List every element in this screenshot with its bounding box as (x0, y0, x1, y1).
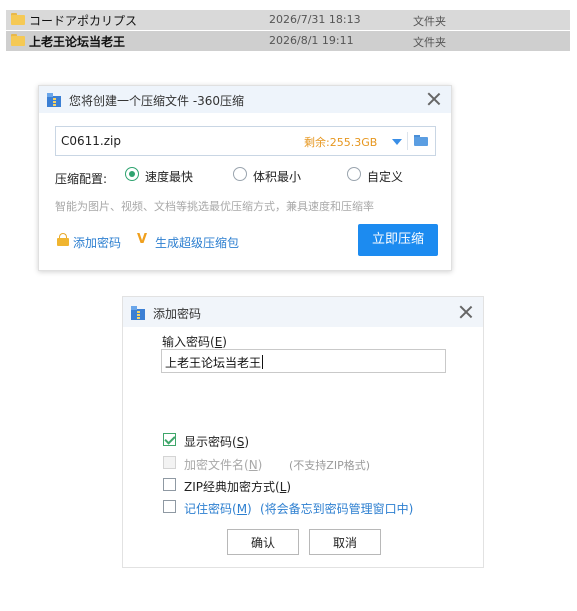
radio-custom[interactable] (347, 167, 361, 181)
cancel-button[interactable]: 取消 (309, 529, 381, 555)
compress-dialog-title-bar[interactable]: 您将创建一个压缩文件 -360压缩 (39, 86, 451, 113)
dialog-title: 添加密码 (153, 307, 202, 321)
file-row[interactable]: 上老王论坛当老王 2026/8/1 19:11 文件夹 (6, 31, 570, 51)
compress-hint-text: 智能为图片、视频、文档等挑选最优压缩方式，兼具速度和压缩率 (55, 200, 374, 213)
add-password-link[interactable]: 添加密码 (73, 234, 121, 251)
remember-password-label[interactable]: 记住密码(M) (184, 500, 252, 517)
folder-icon (11, 34, 25, 46)
vip-v-icon: V (137, 232, 148, 247)
file-type: 文件夹 (413, 36, 446, 49)
dialog-title: 您将创建一个压缩文件 -360压缩 (69, 94, 245, 108)
password-input-label: 输入密码(E) (162, 335, 227, 349)
encrypt-filename-label: 加密文件名(N) (184, 458, 263, 472)
file-name: コードアポカリプス (29, 14, 138, 28)
output-path-value: C0611.zip (61, 134, 121, 148)
divider (407, 132, 408, 150)
compress-dialog: 您将创建一个压缩文件 -360压缩 C0611.zip 剩余:255.3GB 压… (38, 85, 452, 271)
zip-classic-checkbox[interactable] (163, 478, 176, 491)
zip-classic-label[interactable]: ZIP经典加密方式(L) (184, 478, 291, 495)
folder-icon (11, 13, 25, 25)
close-icon[interactable] (457, 303, 475, 321)
file-date: 2026/8/1 19:11 (269, 34, 354, 47)
compress-now-button[interactable]: 立即压缩 (358, 224, 438, 256)
text-caret (262, 355, 264, 369)
free-space-label: 剩余:255.3GB (304, 136, 378, 149)
radio-smallest-label[interactable]: 体积最小 (253, 168, 301, 185)
file-name: 上老王论坛当老王 (29, 35, 126, 49)
close-icon[interactable] (425, 90, 443, 108)
password-dialog-title-bar[interactable]: 添加密码 (123, 297, 483, 327)
browse-folder-icon[interactable] (414, 135, 428, 146)
super-package-link[interactable]: 生成超级压缩包 (155, 234, 239, 251)
file-row[interactable]: コードアポカリプス 2026/7/31 18:13 文件夹 (6, 10, 570, 30)
remember-password-note: (将会备忘到密码管理窗口中) (260, 502, 414, 516)
confirm-button[interactable]: 确认 (227, 529, 299, 555)
password-input[interactable]: 上老王论坛当老王 (161, 349, 446, 373)
remember-password-checkbox[interactable] (163, 500, 176, 513)
encrypt-filename-checkbox (163, 456, 176, 469)
radio-fastest-label[interactable]: 速度最快 (145, 168, 193, 185)
radio-custom-label[interactable]: 自定义 (367, 168, 403, 185)
show-password-label[interactable]: 显示密码(S) (184, 433, 249, 450)
zip-unsupported-note: (不支持ZIP格式) (289, 459, 370, 472)
lock-icon[interactable] (57, 233, 69, 246)
output-path-field[interactable]: C0611.zip 剩余:255.3GB (55, 126, 436, 156)
compress-config-label: 压缩配置: (55, 172, 108, 186)
file-date: 2026/7/31 18:13 (269, 13, 361, 26)
archive-app-icon (47, 93, 61, 107)
add-password-dialog: 添加密码 输入密码(E) 上老王论坛当老王 显示密码(S) 加密文件名(N) (… (122, 296, 484, 568)
chevron-down-icon[interactable] (392, 139, 402, 145)
radio-smallest[interactable] (233, 167, 247, 181)
radio-fastest[interactable] (125, 167, 139, 181)
show-password-checkbox[interactable] (163, 433, 176, 446)
password-value: 上老王论坛当老王 (165, 355, 264, 370)
archive-app-icon (131, 306, 145, 320)
file-type: 文件夹 (413, 15, 446, 28)
